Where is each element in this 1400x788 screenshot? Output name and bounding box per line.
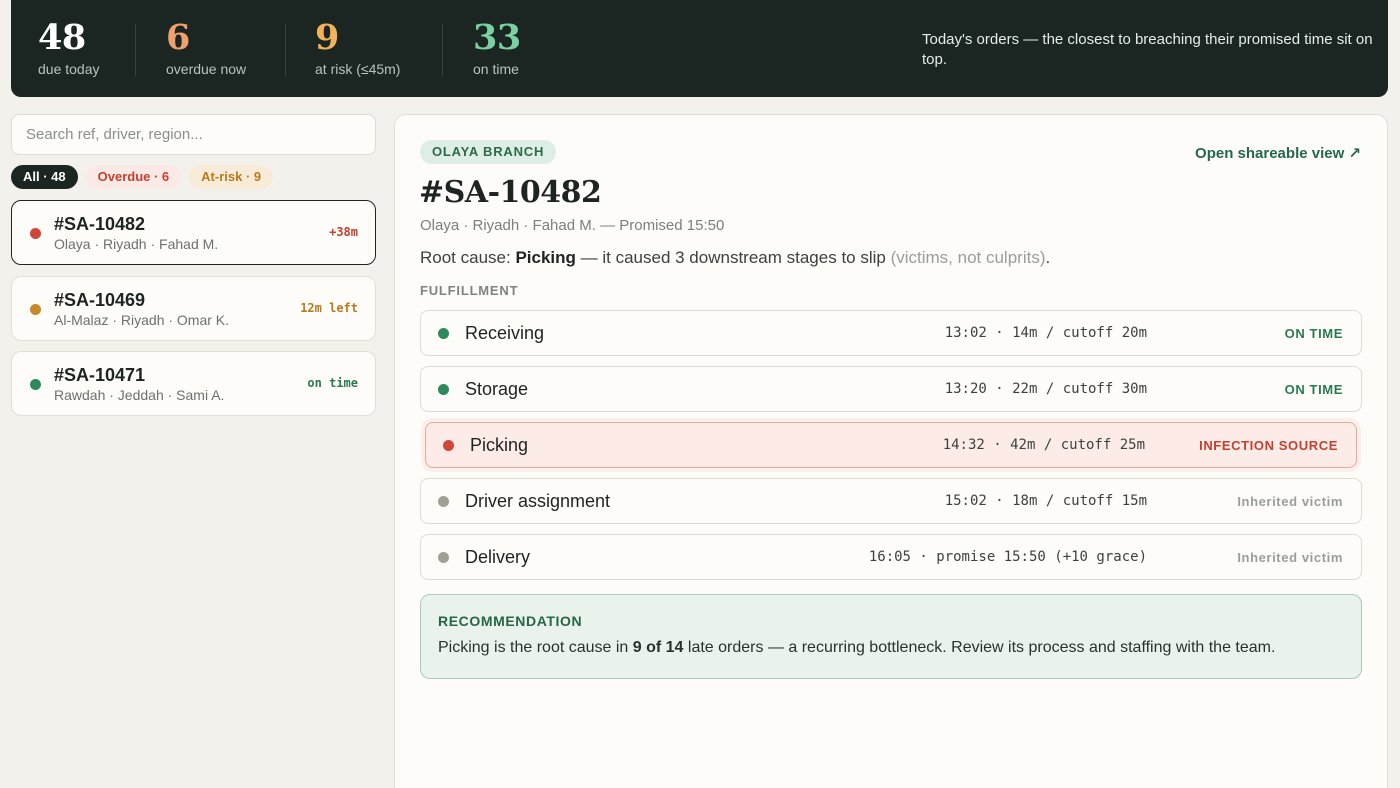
order-status-tag: 12m left xyxy=(300,301,358,315)
order-card[interactable]: #SA-10469 Al-Malaz · Riyadh · Omar K. 12… xyxy=(11,276,376,341)
status-dot xyxy=(30,228,41,239)
branch-badge: OLAYA BRANCH xyxy=(420,140,557,164)
section-label-fulfillment: FULFILLMENT xyxy=(420,283,519,298)
stat-at-risk: 9 at risk (≤45m) xyxy=(315,17,401,78)
filter-overdue-chip[interactable]: Overdue · 6 xyxy=(85,165,182,189)
stat-label: overdue now xyxy=(166,61,247,77)
stage-row[interactable]: Delivery 16:05 · promise 15:50 (+10 grac… xyxy=(420,534,1362,580)
stage-row[interactable]: Storage 13:20 · 22m / cutoff 30m ON TIME xyxy=(420,366,1362,412)
stat-value: 33 xyxy=(473,17,521,58)
recommendation-label: RECOMMENDATION xyxy=(438,613,583,629)
order-ref: #SA-10482 xyxy=(54,214,146,234)
order-ref: #SA-10469 xyxy=(54,290,146,310)
divider xyxy=(285,24,286,76)
stage-name: Delivery xyxy=(465,547,531,567)
order-detail-panel: OLAYA BRANCH Open shareable view ↗ #SA-1… xyxy=(394,114,1388,788)
stat-on-time: 33 on time xyxy=(473,17,521,78)
stage-timing: 13:20 · 22m / cutoff 30m xyxy=(944,381,1147,397)
stage-status: INFECTION SOURCE xyxy=(1199,438,1338,453)
root-cause-note: (victims, not culprits) xyxy=(890,248,1046,267)
stage-timing: 15:02 · 18m / cutoff 15m xyxy=(944,493,1147,509)
recommendation-text: Picking is the root cause in 9 of 14 lat… xyxy=(438,639,1275,657)
stage-status: ON TIME xyxy=(1284,382,1343,397)
order-card[interactable]: #SA-10482 Olaya · Riyadh · Fahad M. +38m xyxy=(11,200,376,265)
stage-name: Storage xyxy=(465,379,529,399)
order-subtitle: Olaya · Riyadh · Fahad M. — Promised 15:… xyxy=(420,217,725,234)
order-card[interactable]: #SA-10471 Rawdah · Jeddah · Sami A. on t… xyxy=(11,351,376,416)
stage-name: Driver assignment xyxy=(465,491,611,511)
order-status-tag: +38m xyxy=(329,225,358,239)
recommendation-count: 9 of 14 xyxy=(632,639,684,656)
stage-status-dot xyxy=(438,328,449,339)
stage-row[interactable]: Driver assignment 15:02 · 18m / cutoff 1… xyxy=(420,478,1362,524)
stage-row[interactable]: Receiving 13:02 · 14m / cutoff 20m ON TI… xyxy=(420,310,1362,356)
open-shareable-view-link[interactable]: Open shareable view ↗ xyxy=(1195,144,1361,162)
stat-value: 9 xyxy=(315,17,339,58)
stat-label: due today xyxy=(38,61,100,77)
recommendation-suffix: late orders — a recurring bottleneck. Re… xyxy=(683,639,1276,656)
filter-at-risk-chip[interactable]: At-risk · 9 xyxy=(189,165,274,189)
stage-status: ON TIME xyxy=(1284,326,1343,341)
order-meta: Olaya · Riyadh · Fahad M. xyxy=(54,236,219,252)
recommendation-box: RECOMMENDATION Picking is the root cause… xyxy=(420,594,1362,679)
stat-value: 48 xyxy=(38,17,86,58)
root-cause-summary: Root cause: Picking — it caused 3 downst… xyxy=(420,248,1050,268)
order-meta: Rawdah · Jeddah · Sami A. xyxy=(54,387,225,403)
stats-header: 48 due today 6 overdue now 9 at risk (≤4… xyxy=(11,0,1388,97)
search-input[interactable] xyxy=(11,114,376,155)
stat-label: on time xyxy=(473,61,519,77)
order-meta: Al-Malaz · Riyadh · Omar K. xyxy=(54,312,230,328)
stat-overdue-now: 6 overdue now xyxy=(166,17,247,78)
status-dot xyxy=(30,304,41,315)
stage-status-dot xyxy=(438,552,449,563)
order-title: #SA-10482 xyxy=(419,175,602,210)
header-description: Today's orders — the closest to breachin… xyxy=(922,31,1373,68)
recommendation-prefix: Picking is the root cause in xyxy=(438,639,633,656)
stage-timing: 16:05 · promise 15:50 (+10 grace) xyxy=(868,549,1147,565)
stage-status: Inherited victim xyxy=(1237,550,1343,565)
order-ref: #SA-10471 xyxy=(54,365,146,385)
stage-name: Receiving xyxy=(465,323,545,343)
order-status-tag: on time xyxy=(307,376,358,390)
stage-status-dot xyxy=(438,496,449,507)
stage-status-dot xyxy=(443,440,454,451)
stage-status-dot xyxy=(438,384,449,395)
stat-due-today: 48 due today xyxy=(38,17,100,78)
root-cause-middle: — it caused 3 downstream stages to slip xyxy=(575,248,891,267)
root-cause-end: . xyxy=(1045,248,1051,267)
stat-label: at risk (≤45m) xyxy=(315,61,401,77)
stage-status: Inherited victim xyxy=(1237,494,1343,509)
filter-all-chip[interactable]: All · 48 xyxy=(11,165,78,189)
status-dot xyxy=(30,379,41,390)
divider xyxy=(135,24,136,76)
divider xyxy=(442,24,443,76)
stage-timing: 14:32 · 42m / cutoff 25m xyxy=(942,437,1145,453)
stage-row-infection-source[interactable]: Picking 14:32 · 42m / cutoff 25m INFECTI… xyxy=(425,422,1357,468)
root-cause-stage: Picking xyxy=(515,248,576,267)
stage-name: Picking xyxy=(470,435,529,455)
root-cause-prefix: Root cause: xyxy=(420,248,516,267)
filter-chips: All · 48 Overdue · 6 At-risk · 9 xyxy=(11,165,274,189)
stage-timing: 13:02 · 14m / cutoff 20m xyxy=(944,325,1147,341)
stat-value: 6 xyxy=(166,17,190,58)
